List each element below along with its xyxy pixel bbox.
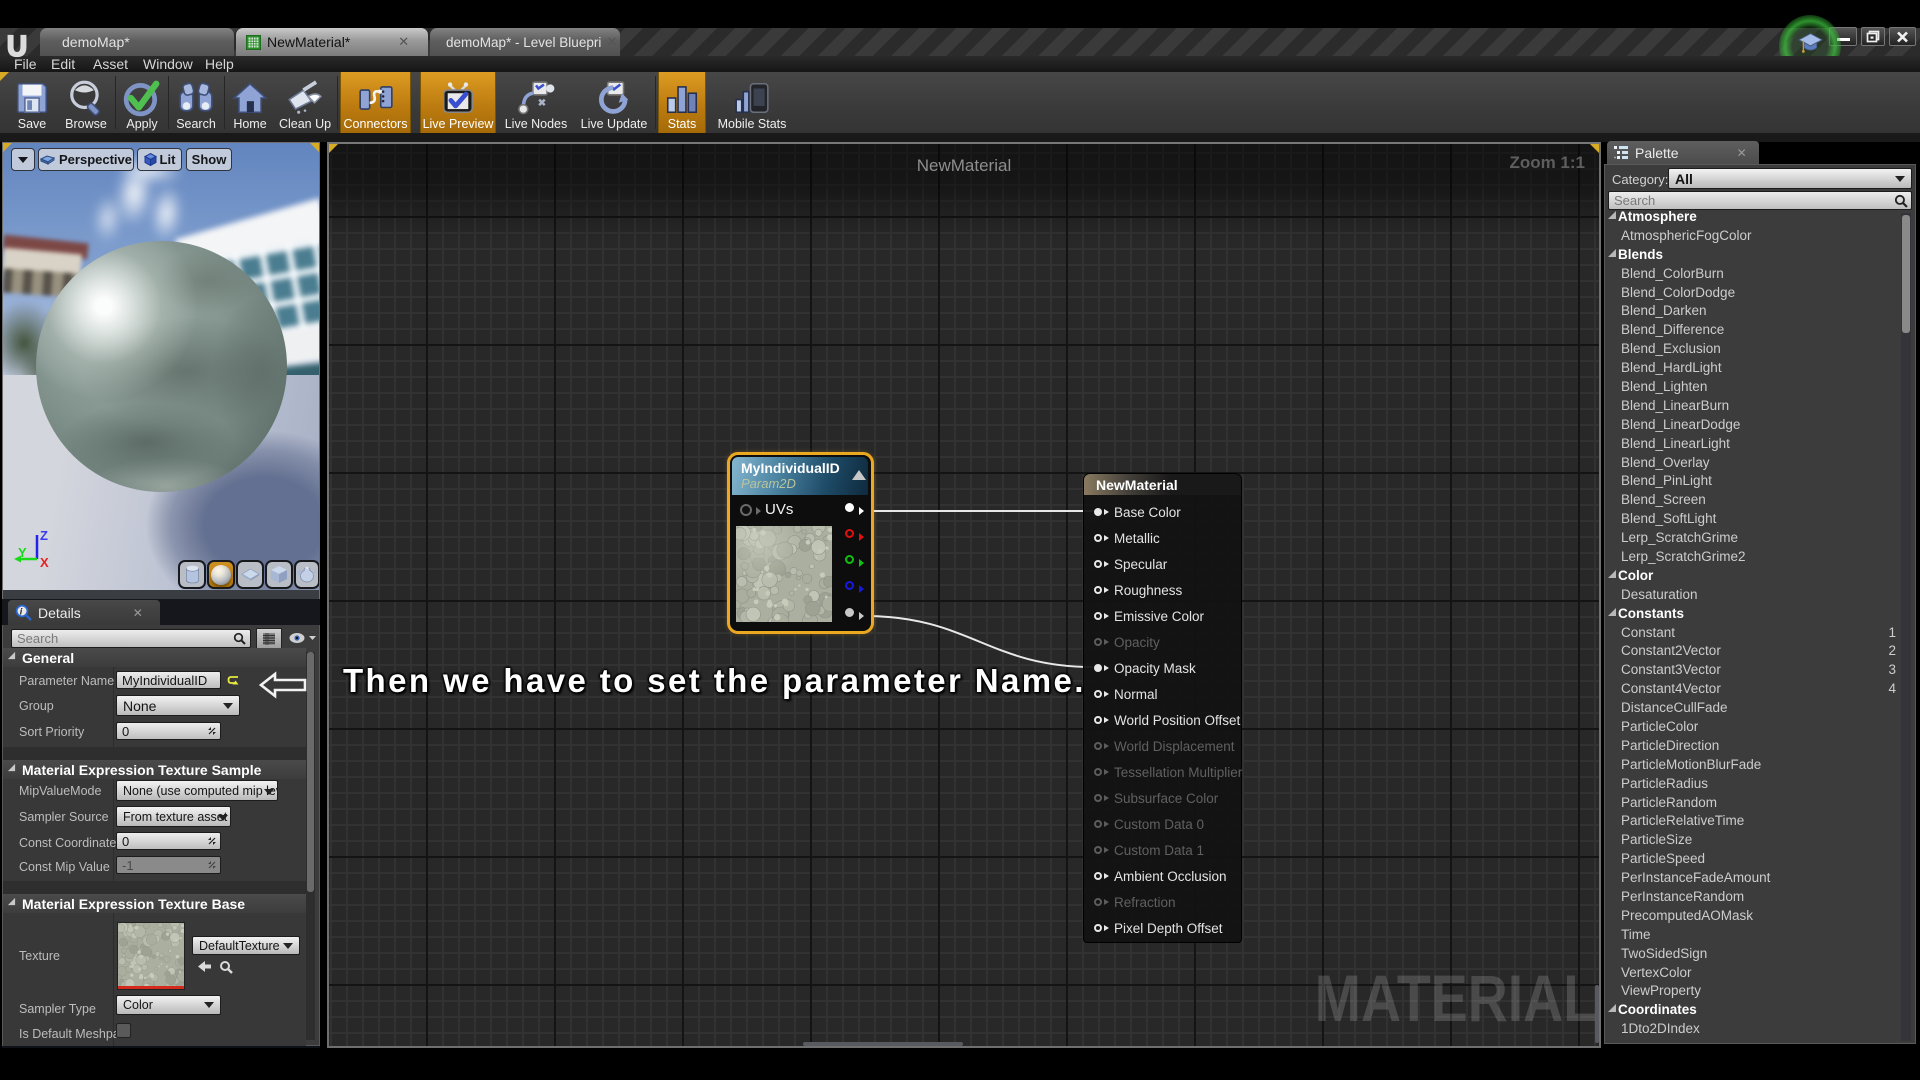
svg-text:X: X: [40, 555, 49, 569]
svg-text:Z: Z: [40, 528, 48, 543]
svg-text:Y: Y: [18, 545, 27, 560]
